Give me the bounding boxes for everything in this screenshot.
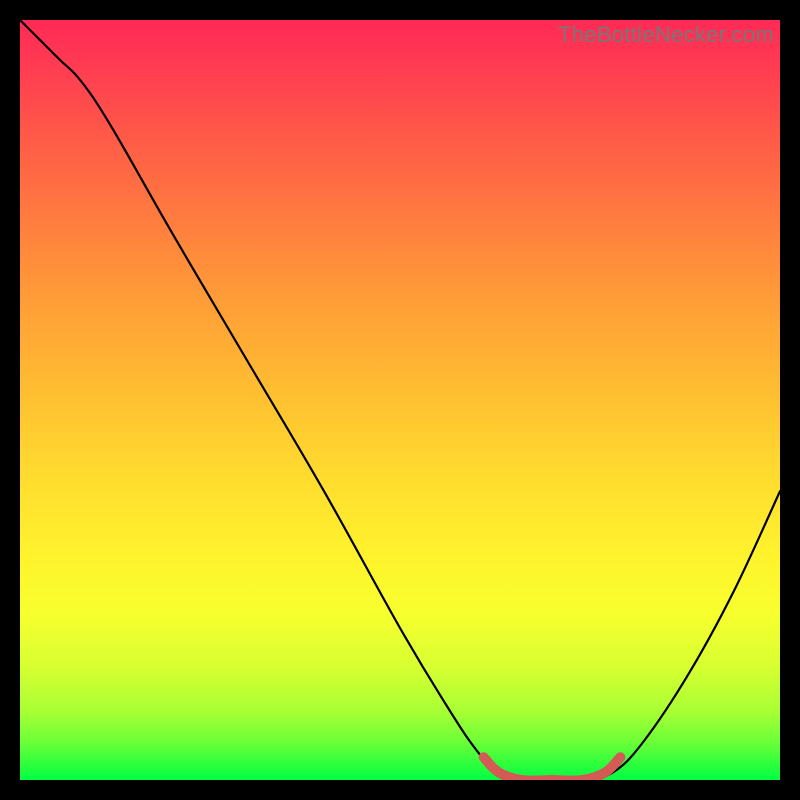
- chart-frame: TheBottleNecker.com: [20, 20, 780, 780]
- watermark-text: TheBottleNecker.com: [558, 22, 774, 48]
- chart-gradient-background: [20, 20, 780, 780]
